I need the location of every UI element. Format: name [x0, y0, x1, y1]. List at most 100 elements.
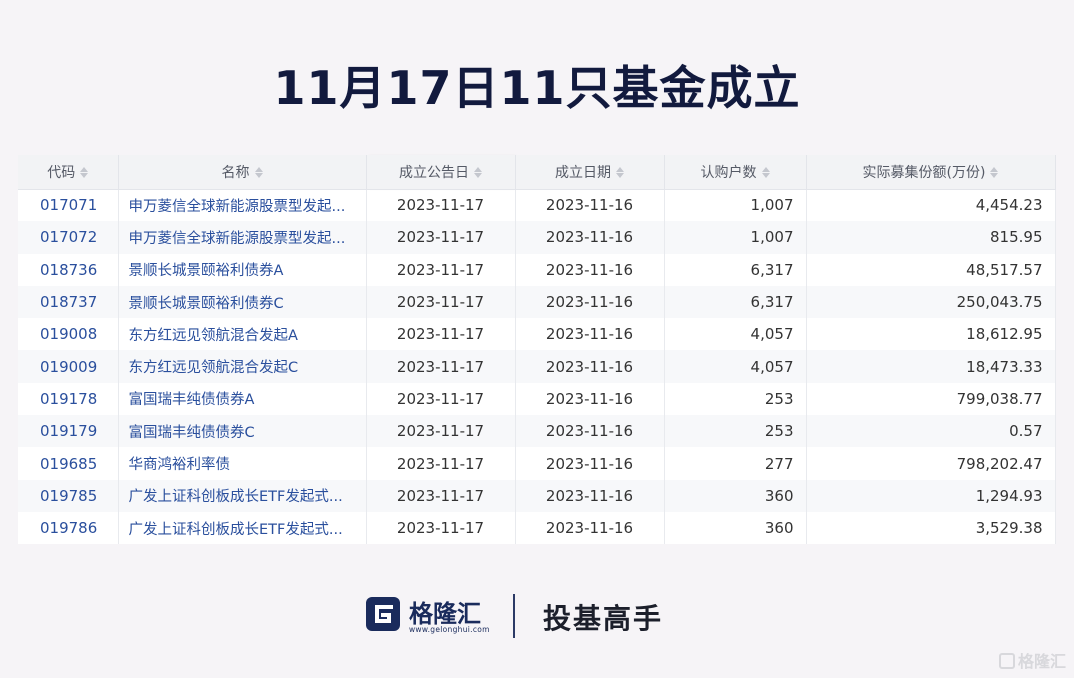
- raised-shares-cell: 4,454.23: [806, 189, 1056, 222]
- sort-icon[interactable]: [761, 166, 770, 179]
- announce-date-cell: 2023-11-17: [366, 382, 516, 416]
- fund-name-link[interactable]: 富国瑞丰纯债债券A: [118, 382, 367, 416]
- sort-icon[interactable]: [990, 166, 999, 179]
- gelonghui-watermark-icon: [998, 653, 1015, 669]
- establish-date-cell: 2023-11-16: [515, 479, 665, 512]
- fund-code-link[interactable]: 019786: [18, 511, 119, 545]
- announce-date-cell: 2023-11-17: [366, 318, 516, 351]
- fund-code-link[interactable]: 019179: [18, 415, 119, 448]
- table-header-row: 代码 名称 成立公告日 成立日期 认购户数 实际募集份额(万份): [18, 155, 1056, 190]
- column-header-announce-date[interactable]: 成立公告日: [366, 155, 516, 190]
- establish-date-cell: 2023-11-16: [515, 511, 665, 545]
- fund-code-link[interactable]: 017072: [18, 221, 119, 254]
- table-row: 019786 广发上证科创板成长ETF发起式... 2023-11-17 2023-1…: [18, 511, 1056, 545]
- announce-date-cell: 2023-11-17: [366, 221, 516, 254]
- column-header-name[interactable]: 名称: [118, 155, 367, 190]
- table-row: 019685 华商鸿裕利率债 2023-11-17 2023-11-16 277 798,…: [18, 447, 1056, 480]
- establish-date-cell: 2023-11-16: [515, 189, 665, 222]
- table-row: 019178 富国瑞丰纯债债券A 2023-11-17 2023-11-16 253 79…: [18, 382, 1056, 416]
- fund-code-link[interactable]: 019008: [18, 318, 119, 351]
- fund-name-link[interactable]: 申万菱信全球新能源股票型发起...: [118, 221, 367, 254]
- fund-code-link[interactable]: 018736: [18, 253, 119, 286]
- subscribers-cell: 253: [664, 382, 807, 416]
- raised-shares-cell: 18,612.95: [806, 318, 1056, 351]
- subscribers-cell: 4,057: [664, 318, 807, 351]
- table-row: 018737 景顺长城景颐裕利债券C 2023-11-17 2023-11-16 6,3…: [18, 285, 1056, 319]
- establish-date-cell: 2023-11-16: [515, 350, 665, 383]
- fund-name-link[interactable]: 富国瑞丰纯债债券C: [118, 415, 367, 448]
- announce-date-cell: 2023-11-17: [366, 189, 516, 222]
- raised-shares-cell: 250,043.75: [806, 285, 1056, 319]
- fund-code-link[interactable]: 019785: [18, 479, 119, 512]
- fund-table-container: 代码 名称 成立公告日 成立日期 认购户数 实际募集份额(万份) 017071 申…: [18, 155, 1056, 545]
- fund-name-link[interactable]: 申万菱信全球新能源股票型发起...: [118, 189, 367, 222]
- sort-icon[interactable]: [254, 166, 263, 179]
- table-row: 019785 广发上证科创板成长ETF发起式... 2023-11-17 2023-1…: [18, 479, 1056, 512]
- sort-icon[interactable]: [474, 166, 482, 179]
- sort-icon[interactable]: [616, 166, 624, 179]
- fund-code-link[interactable]: 019685: [18, 447, 119, 480]
- fund-code-link[interactable]: 019009: [18, 350, 119, 383]
- table-row: 017071 申万菱信全球新能源股票型发起... 2023-11-17 2023-11…: [18, 189, 1056, 222]
- subscribers-cell: 6,317: [664, 253, 807, 286]
- announce-date-cell: 2023-11-17: [366, 350, 516, 383]
- establish-date-cell: 2023-11-16: [515, 221, 665, 254]
- announce-date-cell: 2023-11-17: [366, 253, 516, 286]
- sort-icon[interactable]: [80, 166, 89, 179]
- announce-date-cell: 2023-11-17: [366, 415, 516, 448]
- subscribers-cell: 360: [664, 511, 807, 545]
- establish-date-cell: 2023-11-16: [515, 285, 665, 319]
- brand-name: 格隆汇: [409, 600, 481, 628]
- announce-date-cell: 2023-11-17: [366, 511, 516, 545]
- establish-date-cell: 2023-11-16: [515, 253, 665, 286]
- column-header-raised-shares[interactable]: 实际募集份额(万份): [806, 155, 1056, 190]
- fund-name-link[interactable]: 东方红远见领航混合发起A: [118, 318, 367, 351]
- column-header-subscribers[interactable]: 认购户数: [664, 155, 807, 190]
- announce-date-cell: 2023-11-17: [366, 285, 516, 319]
- gelonghui-g-logo-icon: [366, 597, 400, 631]
- table-row: 017072 申万菱信全球新能源股票型发起... 2023-11-17 2023-11…: [18, 221, 1056, 254]
- raised-shares-cell: 48,517.57: [806, 253, 1056, 286]
- subscribers-cell: 277: [664, 447, 807, 480]
- column-header-code[interactable]: 代码: [18, 155, 119, 190]
- fund-name-link[interactable]: 华商鸿裕利率债: [118, 447, 367, 480]
- slogan: 投基高手: [543, 602, 664, 635]
- raised-shares-cell: 799,038.77: [806, 382, 1056, 416]
- establish-date-cell: 2023-11-16: [515, 382, 665, 416]
- subscribers-cell: 1,007: [664, 221, 807, 254]
- watermark: 格隆汇: [998, 648, 1066, 672]
- establish-date-cell: 2023-11-16: [515, 447, 665, 480]
- fund-code-link[interactable]: 019178: [18, 382, 119, 416]
- announce-date-cell: 2023-11-17: [366, 479, 516, 512]
- fund-name-link[interactable]: 广发上证科创板成长ETF发起式...: [118, 479, 367, 512]
- footer: 格隆汇 www.gelonghui.com 投基高手: [0, 590, 1074, 646]
- raised-shares-cell: 0.57: [806, 415, 1056, 448]
- raised-shares-cell: 3,529.38: [806, 511, 1056, 545]
- subscribers-cell: 4,057: [664, 350, 807, 383]
- establish-date-cell: 2023-11-16: [515, 415, 665, 448]
- fund-code-link[interactable]: 018737: [18, 285, 119, 319]
- footer-divider: [513, 594, 515, 638]
- page-title: 11月17日11只基金成立: [273, 61, 801, 115]
- fund-name-link[interactable]: 东方红远见领航混合发起C: [118, 350, 367, 383]
- fund-name-link[interactable]: 广发上证科创板成长ETF发起式...: [118, 511, 367, 545]
- brand-url: www.gelonghui.com: [409, 625, 490, 634]
- establish-date-cell: 2023-11-16: [515, 318, 665, 351]
- fund-table: 代码 名称 成立公告日 成立日期 认购户数 实际募集份额(万份) 017071 申…: [18, 155, 1056, 545]
- table-row: 019009 东方红远见领航混合发起C 2023-11-17 2023-11-16 4,…: [18, 350, 1056, 383]
- subscribers-cell: 253: [664, 415, 807, 448]
- table-row: 018736 景顺长城景颐裕利债券A 2023-11-17 2023-11-16 6,3…: [18, 253, 1056, 286]
- table-row: 019008 东方红远见领航混合发起A 2023-11-17 2023-11-16 4,…: [18, 318, 1056, 351]
- raised-shares-cell: 798,202.47: [806, 447, 1056, 480]
- raised-shares-cell: 815.95: [806, 221, 1056, 254]
- table-row: 019179 富国瑞丰纯债债券C 2023-11-17 2023-11-16 253 0.…: [18, 415, 1056, 448]
- fund-code-link[interactable]: 017071: [18, 189, 119, 222]
- subscribers-cell: 1,007: [664, 189, 807, 222]
- fund-name-link[interactable]: 景顺长城景颐裕利债券A: [118, 253, 367, 286]
- raised-shares-cell: 18,473.33: [806, 350, 1056, 383]
- subscribers-cell: 6,317: [664, 285, 807, 319]
- subscribers-cell: 360: [664, 479, 807, 512]
- table-body: 017071 申万菱信全球新能源股票型发起... 2023-11-17 2023-11…: [18, 189, 1056, 545]
- column-header-establish-date[interactable]: 成立日期: [515, 155, 665, 190]
- fund-name-link[interactable]: 景顺长城景颐裕利债券C: [118, 285, 367, 319]
